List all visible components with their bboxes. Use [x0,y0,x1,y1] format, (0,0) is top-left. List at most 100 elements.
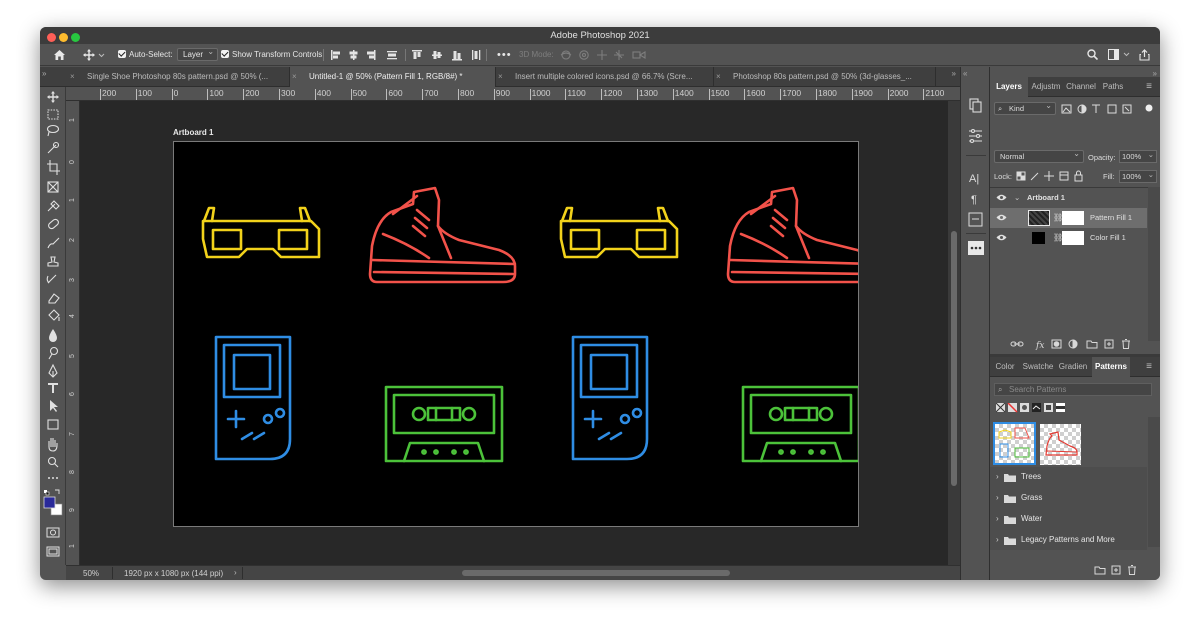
layer-kind-filter[interactable]: ⌕ Kind [994,100,1056,115]
patterns-scrollbar[interactable] [1148,417,1160,547]
recent-pattern-swatch[interactable] [1056,403,1065,412]
lock-artboard-icon[interactable] [1059,171,1069,181]
pattern-group-legacy[interactable]: › Legacy Patterns and More [990,530,1147,550]
opacity-field[interactable]: 100% ⌄ [1119,150,1157,163]
home-icon[interactable] [53,44,66,66]
tab-untitled-1[interactable]: × Untitled-1 @ 50% (Pattern Fill 1, RGB/8… [290,67,496,87]
fill-field[interactable]: 100% ⌄ [1119,170,1157,183]
search-patterns-input[interactable]: ⌕ Search Patterns [994,383,1152,396]
tab-swatches[interactable]: Swatche [1022,357,1054,377]
layers-panel-menu-icon[interactable]: ≡ [1140,77,1158,97]
tab-color[interactable]: Color [990,357,1020,377]
lasso-tool-icon[interactable] [46,124,60,137]
swap-colors-icon[interactable] [55,489,60,494]
recent-pattern-swatch[interactable] [996,403,1006,413]
hand-tool-icon[interactable] [48,438,58,452]
frame-tool-icon[interactable] [47,181,59,193]
quick-mask-icon[interactable] [46,527,60,538]
show-transform-checkbox[interactable]: Show Transform Controls [221,44,322,66]
visibility-eye-icon[interactable] [996,214,1007,221]
layer-row-pattern-fill[interactable]: ⛓ Pattern Fill 1 [990,208,1147,228]
move-tool-preset-icon[interactable] [83,44,105,66]
pattern-group-water[interactable]: › Water [990,509,1147,529]
character-panel-icon[interactable]: A| [969,173,979,185]
filter-toggle-icon[interactable] [1145,104,1153,112]
link-layers-icon[interactable] [1010,341,1024,347]
pattern-group-grass[interactable]: › Grass [990,488,1147,508]
type-tool-icon[interactable] [48,383,58,393]
lock-image-pixels-icon[interactable] [1030,172,1039,181]
tab-adjustments[interactable]: Adjustm [1030,77,1062,97]
more-options-icon[interactable]: ••• [497,44,512,66]
minimize-window-button[interactable] [59,33,68,42]
pattern-thumbnail-selected[interactable] [993,422,1036,465]
layer-mask-thumbnail[interactable] [1062,231,1084,245]
artboard[interactable] [173,141,859,527]
dodge-tool-icon[interactable] [48,346,59,360]
expand-chevron-icon[interactable]: › [996,467,999,487]
collapse-toolbar-icon[interactable]: » [42,69,46,78]
layers-scrollbar[interactable] [1148,187,1160,341]
layer-row-color-fill[interactable]: ⛓ Color Fill 1 [990,228,1147,248]
close-tab-icon[interactable]: × [498,67,503,87]
collapse-strip-icon[interactable]: « [963,69,967,78]
move-tool-icon[interactable] [47,91,59,103]
blend-mode-dropdown[interactable]: Normal [994,148,1084,163]
filter-smart-object-icon[interactable] [1122,104,1132,114]
tab-channels[interactable]: Channel [1064,77,1098,97]
search-icon[interactable] [1087,44,1099,66]
tab-paths[interactable]: Paths [1100,77,1126,97]
close-tab-icon[interactable]: × [292,67,297,87]
layer-mask-thumbnail[interactable] [1062,211,1084,225]
delete-layer-icon[interactable] [1122,339,1130,349]
brush-tool-icon[interactable] [47,237,60,249]
screen-mode-icon[interactable] [46,546,60,557]
visibility-eye-icon[interactable] [996,234,1007,241]
eraser-tool-icon[interactable] [48,293,60,304]
recent-pattern-swatch[interactable] [1007,403,1018,413]
tab-gradients[interactable]: Gradien [1056,357,1090,377]
history-panel-icon[interactable] [969,98,982,113]
add-mask-icon[interactable] [1051,339,1062,349]
more-tabs-icon[interactable]: » [952,69,956,78]
auto-select-dropdown[interactable]: Layer [177,44,219,66]
patterns-panel-menu-icon[interactable]: ≡ [1140,357,1158,377]
artboard-label[interactable]: Artboard 1 [173,128,213,137]
new-layer-icon[interactable] [1104,339,1114,349]
paragraph-panel-icon[interactable]: ¶ [971,194,977,206]
default-colors-icon[interactable] [44,490,50,496]
close-tab-icon[interactable]: × [70,67,75,87]
zoom-level[interactable]: 50% [83,569,99,578]
rectangle-tool-icon[interactable] [47,419,59,430]
patterns-panel-icon[interactable] [968,241,984,255]
zoom-window-button[interactable] [71,33,80,42]
layer-row-artboard[interactable]: ⌄ Artboard 1 [990,188,1147,208]
filter-shape-icon[interactable] [1107,104,1117,114]
recent-pattern-swatch[interactable] [1032,403,1041,412]
tab-layers[interactable]: Layers [990,77,1028,97]
visibility-eye-icon[interactable] [996,194,1007,201]
new-pattern-group-icon[interactable] [1094,566,1106,575]
vertical-scrollbar[interactable] [948,101,960,565]
expand-chevron-icon[interactable]: › [996,530,999,550]
quick-selection-tool-icon[interactable] [47,141,60,154]
crop-tool-icon[interactable] [47,160,60,175]
share-icon[interactable] [1139,44,1150,66]
layer-style-icon[interactable]: fx [1035,341,1044,350]
eyedropper-tool-icon[interactable] [47,200,60,212]
lock-transparent-pixels-icon[interactable] [1016,171,1026,181]
lock-all-icon[interactable] [1074,170,1083,182]
vertical-scroll-thumb[interactable] [951,231,957,486]
recent-pattern-swatch[interactable] [1020,403,1029,412]
recent-pattern-swatch[interactable] [1044,403,1053,412]
workspace-switcher-icon[interactable] [1108,44,1132,66]
properties-panel-icon[interactable] [969,128,982,144]
tab-single-shoe[interactable]: × Single Shoe Photoshop 80s pattern.psd @… [68,67,290,87]
collapse-artboard-icon[interactable]: ⌄ [1014,188,1020,208]
status-menu-arrow[interactable]: › [234,568,237,577]
auto-select-checkbox[interactable]: Auto-Select: [118,44,173,66]
new-group-icon[interactable] [1086,340,1098,349]
more-tools-icon[interactable] [48,477,58,479]
healing-brush-tool-icon[interactable] [47,218,59,230]
zoom-tool-icon[interactable] [47,456,59,468]
